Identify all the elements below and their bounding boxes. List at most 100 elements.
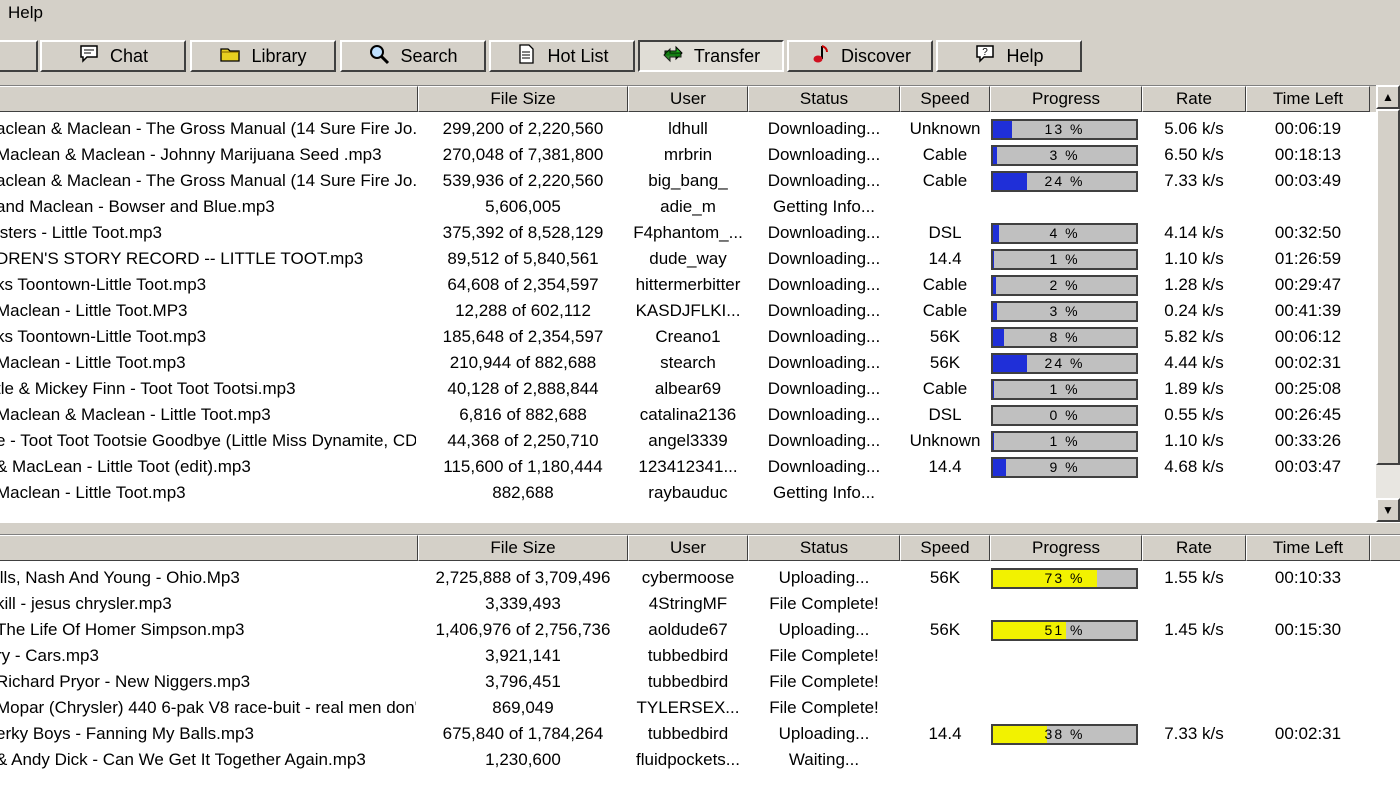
header-status[interactable]: Status [748, 535, 900, 561]
transfer-rate [1142, 695, 1246, 721]
file-name: ks Toontown-Little Toot.mp3 [0, 275, 207, 294]
user-name: hittermerbitter [635, 275, 741, 294]
transfer-row[interactable]: Maclean - Little Toot.mp3 882,688 raybaudu… [0, 480, 1376, 506]
downloads-scrollbar[interactable]: ▲ ▼ [1376, 85, 1400, 522]
transfer-row[interactable]: isters - Little Toot.mp3 375,392 of 8,528… [0, 220, 1376, 246]
header-speed[interactable]: Speed [900, 86, 990, 112]
file-name: ills, Nash And Young - Ohio.Mp3 [0, 568, 240, 587]
transfer-row[interactable]: ks Toontown-Little Toot.mp3 64,608 of 2,3… [0, 272, 1376, 298]
transfer-status: Downloading... [767, 171, 881, 190]
chat-icon [78, 43, 100, 70]
header-filename[interactable] [0, 86, 418, 112]
header-filename[interactable] [0, 535, 418, 561]
scroll-down-button[interactable]: ▼ [1376, 498, 1400, 522]
time-left: 01:26:59 [1274, 249, 1342, 268]
transfer-row[interactable]: and Maclean - Bowser and Blue.mp3 5,606,0… [0, 194, 1376, 220]
header-time-left[interactable]: Time Left [1246, 535, 1370, 561]
transfer-row[interactable]: ills, Nash And Young - Ohio.Mp3 2,725,888… [0, 565, 1376, 591]
transfer-status: Downloading... [767, 275, 881, 294]
progress-text: 0 % [1049, 407, 1080, 423]
transfer-row[interactable]: The Life Of Homer Simpson.mp3 1,406,976 o… [0, 617, 1376, 643]
time-left: 00:32:50 [1274, 223, 1342, 242]
transfer-row[interactable]: aclean & Maclean - The Gross Manual (14 … [0, 168, 1376, 194]
transfer-row[interactable]: Richard Pryor - New Niggers.mp3 3,796,451… [0, 669, 1376, 695]
header-rate[interactable]: Rate [1142, 535, 1246, 561]
transfer-status: Downloading... [767, 223, 881, 242]
time-left [1246, 669, 1370, 695]
user-name: TYLERSEX... [636, 698, 740, 717]
connection-speed: Unknown [909, 431, 981, 450]
library-button[interactable]: Library [190, 40, 336, 72]
transfer-row[interactable]: ry - Cars.mp3 3,921,141 tubbedbird File Com… [0, 643, 1376, 669]
transfer-row[interactable]: Maclean & Maclean - Little Toot.mp3 6,816… [0, 402, 1376, 428]
time-left [1246, 747, 1370, 773]
transfer-button[interactable]: Transfer [638, 40, 784, 72]
transfer-row[interactable]: tle & Mickey Finn - Toot Toot Tootsi.mp3… [0, 376, 1376, 402]
header-rate[interactable]: Rate [1142, 86, 1246, 112]
transfer-rate: 1.55 k/s [1164, 568, 1224, 587]
file-size: 115,600 of 1,180,444 [443, 457, 603, 476]
transfer-status: Downloading... [767, 457, 881, 476]
progress-bar: 0 % [991, 405, 1138, 426]
chat-button[interactable]: Chat [40, 40, 186, 72]
header-file-size[interactable]: File Size [418, 86, 628, 112]
file-size: 270,048 of 7,381,800 [442, 145, 604, 164]
discover-button[interactable]: Discover [787, 40, 933, 72]
help-button[interactable]: ? Help [936, 40, 1082, 72]
search-button[interactable]: Search [340, 40, 486, 72]
progress-text: 24 % [1044, 173, 1085, 189]
scroll-up-button[interactable]: ▲ [1376, 85, 1400, 109]
scroll-thumb[interactable] [1376, 109, 1400, 465]
transfer-row[interactable]: & MacLean - Little Toot (edit).mp3 115,60… [0, 454, 1376, 480]
transfer-row[interactable]: e - Toot Toot Tootsie Goodbye (Little Mi… [0, 428, 1376, 454]
header-user[interactable]: User [628, 86, 748, 112]
file-name: & Andy Dick - Can We Get It Together Aga… [0, 750, 366, 769]
header-progress[interactable]: Progress [990, 86, 1142, 112]
connection-speed: DSL [928, 223, 962, 242]
transfer-status: Uploading... [778, 620, 870, 639]
transfer-row[interactable]: ks Toontown-Little Toot.mp3 185,648 of 2,… [0, 324, 1376, 350]
transfer-row[interactable]: kill - jesus chrysler.mp3 3,339,493 4Strin… [0, 591, 1376, 617]
user-name: ldhull [668, 119, 708, 138]
toolbar: Chat Library Search Hot List Transfer Di… [0, 40, 1400, 76]
transfer-row[interactable]: & Andy Dick - Can We Get It Together Aga… [0, 747, 1376, 773]
transfer-status: File Complete! [769, 594, 879, 613]
transfer-row[interactable]: Maclean - Little Toot.mp3 210,944 of 882,… [0, 350, 1376, 376]
hot-list-button[interactable]: Hot List [489, 40, 635, 72]
transfer-row[interactable]: Maclean - Little Toot.MP3 12,288 of 602,1… [0, 298, 1376, 324]
progress-text: 4 % [1049, 225, 1080, 241]
toolbar-partial-button[interactable] [0, 40, 38, 72]
user-name: tubbedbird [647, 672, 729, 691]
header-status[interactable]: Status [748, 86, 900, 112]
user-name: tubbedbird [647, 724, 729, 743]
header-speed[interactable]: Speed [900, 535, 990, 561]
header-file-size[interactable]: File Size [418, 535, 628, 561]
transfer-status: Uploading... [778, 568, 870, 587]
connection-speed [900, 591, 990, 617]
header-progress[interactable]: Progress [990, 535, 1142, 561]
header-user[interactable]: User [628, 535, 748, 561]
time-left: 00:18:13 [1274, 145, 1342, 164]
svg-text:?: ? [983, 47, 989, 58]
transfer-rate: 4.14 k/s [1164, 223, 1224, 242]
user-name: mrbrin [663, 145, 713, 164]
transfer-rate [1142, 747, 1246, 773]
file-name: Maclean - Little Toot.mp3 [0, 483, 186, 502]
header-time-left[interactable]: Time Left [1246, 86, 1370, 112]
transfer-row[interactable]: aclean & Maclean - The Gross Manual (14 … [0, 116, 1376, 142]
menu-help[interactable]: Help [8, 3, 43, 23]
time-left: 00:25:08 [1274, 379, 1342, 398]
user-name: fluidpockets... [636, 750, 740, 769]
connection-speed: 56K [929, 568, 961, 587]
file-size: 3,339,493 [485, 594, 561, 613]
transfer-rate: 4.68 k/s [1164, 457, 1224, 476]
transfer-row[interactable]: DREN'S STORY RECORD -- LITTLE TOOT.mp3 89… [0, 246, 1376, 272]
transfer-row[interactable]: Maclean & Maclean - Johnny Marijuana See… [0, 142, 1376, 168]
transfer-row[interactable]: Mopar (Chrysler) 440 6-pak V8 race-buit … [0, 695, 1376, 721]
time-left: 00:02:31 [1274, 724, 1342, 743]
time-left [1246, 194, 1370, 220]
connection-speed: DSL [928, 405, 962, 424]
progress-bar: 4 % [991, 223, 1138, 244]
transfer-row[interactable]: erky Boys - Fanning My Balls.mp3 675,840 … [0, 721, 1376, 747]
transfer-status: Downloading... [767, 301, 881, 320]
